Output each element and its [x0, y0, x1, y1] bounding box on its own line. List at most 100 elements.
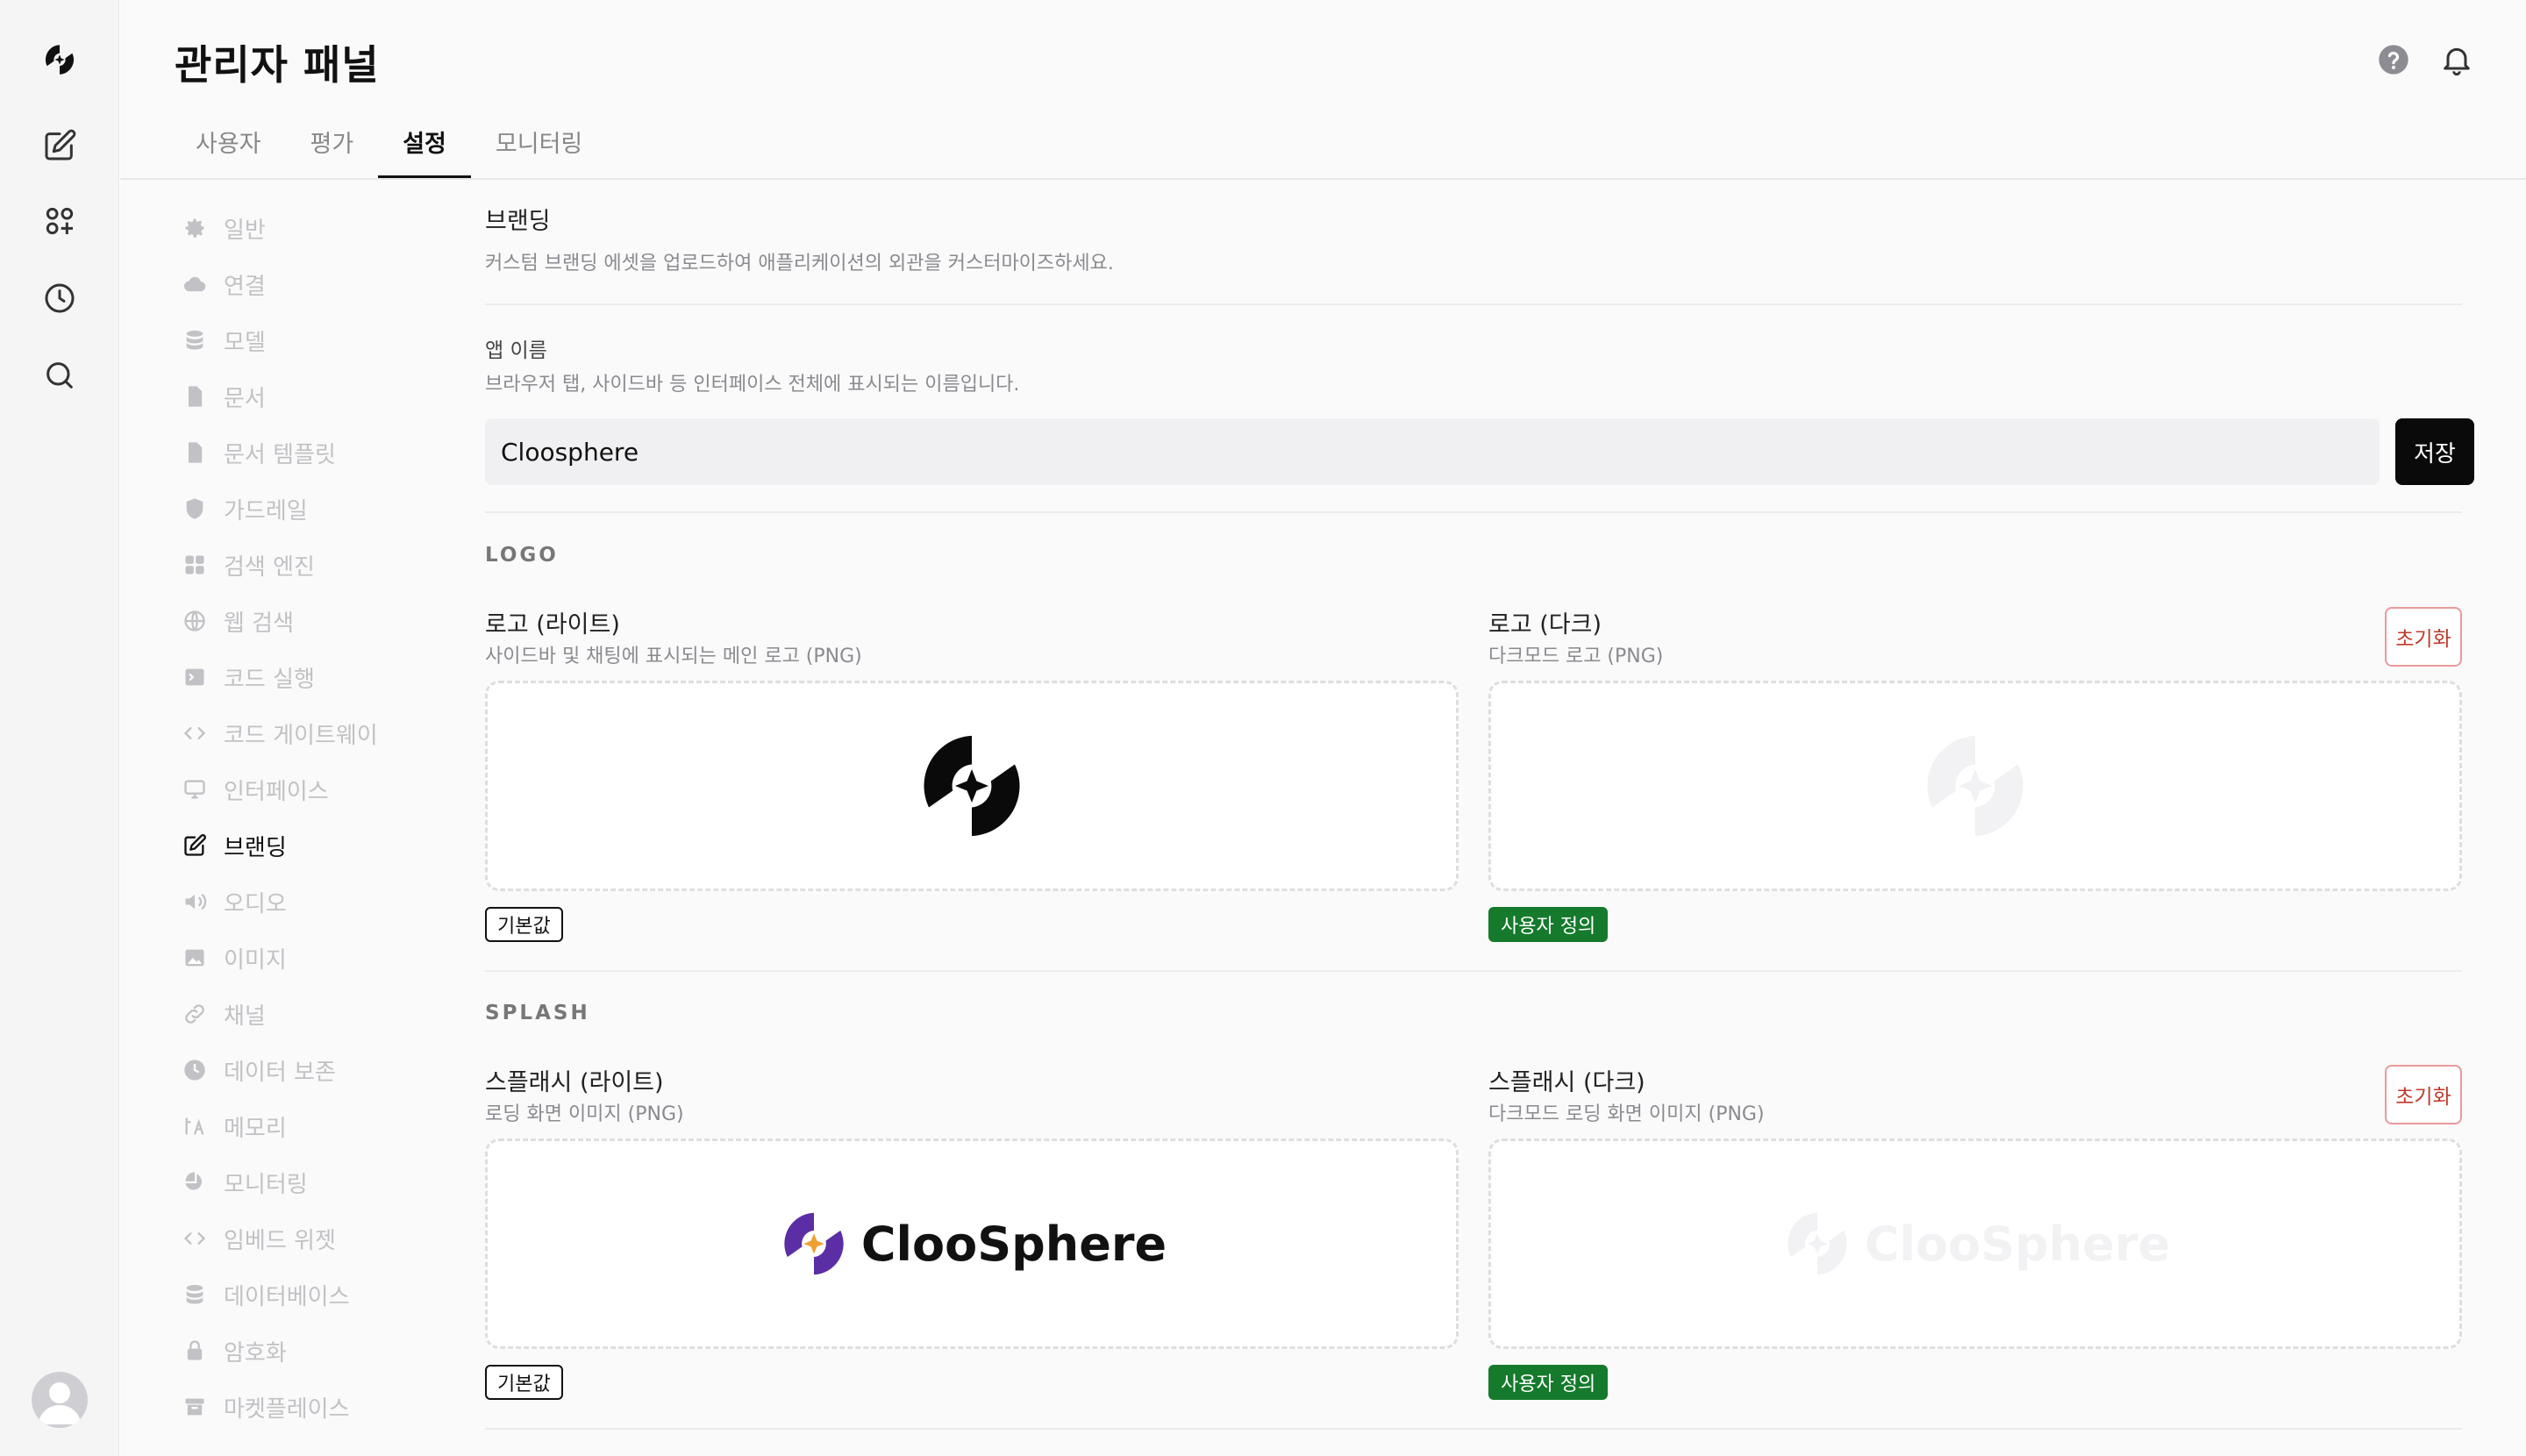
- logo-light-upload[interactable]: [485, 681, 1459, 891]
- app-name-help: 브라우저 탭, 사이드바 등 인터페이스 전체에 표시되는 이름입니다.: [485, 374, 1020, 396]
- user-avatar[interactable]: [32, 1372, 88, 1428]
- main-area: 관리자 패널 사용자 평가 설정 모니터링 일반 연결 모델 문서 문서 템플릿…: [120, 0, 2526, 1456]
- cloud-icon: [182, 271, 208, 297]
- nav-item-document-templates[interactable]: 문서 템플릿: [178, 425, 511, 481]
- code-icon: [182, 1225, 208, 1252]
- splash-dark-title: 스플래시 (다크): [1488, 1069, 1645, 1096]
- globe-icon: [182, 608, 208, 634]
- app-name-input[interactable]: [485, 418, 2380, 485]
- divider: [485, 511, 2462, 513]
- search-icon[interactable]: [39, 354, 81, 396]
- splash-light-default-tag: 기본값: [485, 1365, 563, 1400]
- logo-section-label: LOGO: [485, 544, 559, 567]
- nav-item-interface[interactable]: 인터페이스: [178, 761, 511, 817]
- database-icon: [182, 1281, 208, 1308]
- app-rail: [0, 0, 119, 1456]
- section-title: 브랜딩: [485, 208, 551, 235]
- logo-light-subtitle: 사이드바 및 채팅에 표시되는 메인 로고 (PNG): [485, 646, 862, 667]
- app-name-label: 앱 이름: [485, 339, 547, 362]
- nav-item-embed-widget[interactable]: 임베드 위젯: [178, 1210, 511, 1267]
- nav-item-guardrails[interactable]: 가드레일: [178, 481, 511, 537]
- splash-light-logo-icon: [784, 1212, 844, 1275]
- logo-light-title: 로고 (라이트): [485, 611, 620, 639]
- lock-icon: [182, 1338, 208, 1364]
- document-template-icon: [182, 439, 208, 466]
- memory-icon: [182, 1113, 208, 1139]
- splash-dark-reset-button[interactable]: 초기화: [2385, 1065, 2462, 1124]
- nav-item-general[interactable]: 일반: [178, 200, 511, 256]
- nav-item-marketplace[interactable]: 마켓플레이스: [178, 1379, 511, 1435]
- clock-icon: [182, 1057, 208, 1083]
- divider: [485, 1428, 2462, 1430]
- save-button[interactable]: 저장: [2395, 418, 2474, 485]
- splash-light-subtitle: 로딩 화면 이미지 (PNG): [485, 1103, 684, 1125]
- nav-item-models[interactable]: 모델: [178, 312, 511, 368]
- nav-item-search-engine[interactable]: 검색 엔진: [178, 537, 511, 593]
- tab-bar: 사용자 평가 설정 모니터링: [171, 116, 607, 179]
- speaker-icon: [182, 889, 208, 915]
- monitoring-icon: [182, 1169, 208, 1195]
- new-chat-icon[interactable]: [39, 125, 81, 167]
- nav-item-audio[interactable]: 오디오: [178, 874, 511, 930]
- history-icon[interactable]: [39, 277, 81, 319]
- splash-light-upload[interactable]: ClooSphere: [485, 1138, 1459, 1349]
- logo-light-preview-icon: [924, 735, 1020, 837]
- splash-dark-preview: ClooSphere: [1780, 1207, 2170, 1281]
- logo-light-default-tag: 기본값: [485, 907, 563, 942]
- nav-item-images[interactable]: 이미지: [178, 930, 511, 986]
- nav-item-code-gateway[interactable]: 코드 게이트웨이: [178, 705, 511, 761]
- tab-monitoring[interactable]: 모니터링: [471, 116, 607, 179]
- nav-item-memory[interactable]: 메모리: [178, 1098, 511, 1154]
- nav-item-data-retention[interactable]: 데이터 보존: [178, 1042, 511, 1098]
- nav-item-channels[interactable]: 채널: [178, 986, 511, 1042]
- store-icon: [182, 1394, 208, 1420]
- nav-item-connections[interactable]: 연결: [178, 256, 511, 312]
- section-description: 커스텀 브랜딩 에셋을 업로드하여 애플리케이션의 외관을 커스터마이즈하세요.: [485, 253, 1114, 275]
- splash-dark-custom-tag: 사용자 정의: [1488, 1365, 1609, 1400]
- monitor-icon: [182, 776, 208, 803]
- tab-divider: [120, 178, 2526, 180]
- terminal-icon: [182, 664, 208, 690]
- grid-icon: [182, 552, 208, 578]
- document-icon: [182, 383, 208, 410]
- nav-item-encryption[interactable]: 암호화: [178, 1323, 511, 1379]
- nav-item-monitoring[interactable]: 모니터링: [178, 1154, 511, 1210]
- splash-dark-logo-icon: [1787, 1212, 1847, 1275]
- page-title: 관리자 패널: [175, 41, 380, 89]
- app-logo-icon[interactable]: [39, 39, 81, 81]
- shield-icon: [182, 496, 208, 522]
- tab-settings[interactable]: 설정: [378, 116, 471, 179]
- database-icon: [182, 327, 208, 353]
- image-icon: [182, 945, 208, 971]
- tab-users[interactable]: 사용자: [171, 116, 286, 179]
- nav-item-branding[interactable]: 브랜딩: [178, 817, 511, 874]
- splash-dark-subtitle: 다크모드 로딩 화면 이미지 (PNG): [1488, 1103, 1765, 1125]
- bell-icon[interactable]: [2439, 42, 2474, 77]
- settings-nav: 일반 연결 모델 문서 문서 템플릿 가드레일 검색 엔진 웹 검색 코드 실행…: [178, 200, 511, 1435]
- logo-dark-reset-button[interactable]: 초기화: [2385, 607, 2462, 667]
- help-icon[interactable]: [2376, 42, 2411, 77]
- splash-dark-upload[interactable]: ClooSphere: [1488, 1138, 2462, 1349]
- splash-light-wordmark: ClooSphere: [860, 1216, 1167, 1272]
- link-icon: [182, 1001, 208, 1027]
- logo-dark-subtitle: 다크모드 로고 (PNG): [1488, 646, 1664, 667]
- apps-icon[interactable]: [39, 200, 81, 242]
- nav-item-code-execution[interactable]: 코드 실행: [178, 649, 511, 705]
- logo-dark-title: 로고 (다크): [1488, 611, 1602, 639]
- logo-dark-preview-icon: [1927, 735, 2023, 837]
- divider: [485, 970, 2462, 972]
- edit-icon: [182, 832, 208, 859]
- logo-dark-upload[interactable]: [1488, 681, 2462, 891]
- gear-icon: [182, 215, 208, 241]
- nav-item-documents[interactable]: 문서: [178, 368, 511, 425]
- code-icon: [182, 720, 208, 746]
- nav-item-database[interactable]: 데이터베이스: [178, 1267, 511, 1323]
- tab-evaluation[interactable]: 평가: [286, 116, 379, 179]
- splash-dark-wordmark: ClooSphere: [1864, 1216, 2171, 1272]
- divider: [485, 303, 2462, 305]
- splash-light-title: 스플래시 (라이트): [485, 1069, 664, 1096]
- logo-dark-custom-tag: 사용자 정의: [1488, 907, 1609, 942]
- splash-section-label: SPLASH: [485, 1002, 590, 1024]
- splash-light-preview: ClooSphere: [777, 1207, 1167, 1281]
- nav-item-web-search[interactable]: 웹 검색: [178, 593, 511, 649]
